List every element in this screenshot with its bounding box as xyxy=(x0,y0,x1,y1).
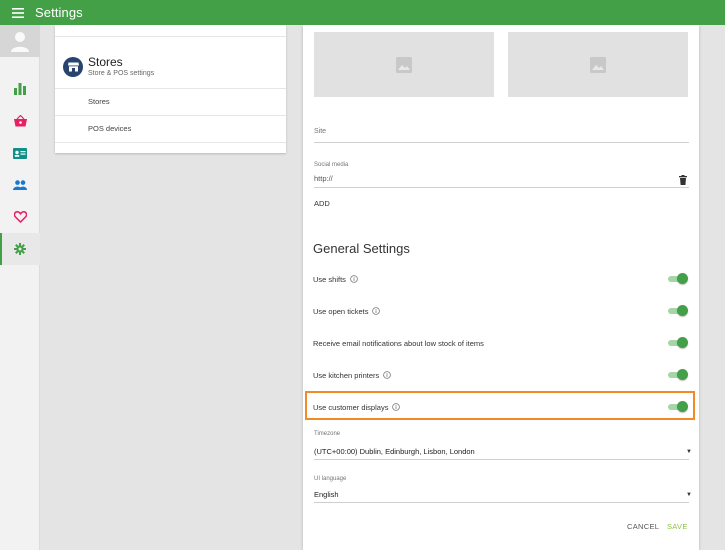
setting-use-open-tickets: Use open tickets xyxy=(313,304,688,318)
section-title: General Settings xyxy=(313,241,410,256)
image-icon xyxy=(590,56,606,73)
heart-icon xyxy=(13,211,27,223)
image-icon xyxy=(396,56,412,73)
save-button[interactable]: SAVE xyxy=(667,522,688,531)
stores-subtitle: Store & POS settings xyxy=(88,70,155,77)
rail-item-sales[interactable] xyxy=(0,105,40,137)
stores-card: Stores Store & POS settings Stores POS d… xyxy=(55,25,286,153)
stores-link[interactable]: Stores xyxy=(88,97,110,106)
image-upload-placeholder[interactable] xyxy=(314,32,494,97)
info-icon[interactable] xyxy=(383,371,392,379)
rail-item-reports[interactable] xyxy=(0,73,40,105)
card-divider xyxy=(55,88,286,89)
site-field[interactable]: Site xyxy=(314,128,326,135)
hamburger-menu-icon[interactable] xyxy=(0,0,35,25)
gear-icon xyxy=(14,243,26,255)
cancel-button[interactable]: CANCEL xyxy=(627,522,659,531)
use-kitchen-printers-toggle[interactable] xyxy=(668,369,688,381)
card-divider xyxy=(55,142,286,143)
store-icon xyxy=(63,57,83,77)
dropdown-arrow-icon[interactable]: ▼ xyxy=(686,492,692,498)
use-open-tickets-toggle[interactable] xyxy=(668,305,688,317)
page-title: Settings xyxy=(35,5,83,20)
setting-use-shifts: Use shifts xyxy=(313,272,688,286)
field-underline xyxy=(314,502,689,503)
info-icon[interactable] xyxy=(392,403,401,411)
stores-title: Stores xyxy=(88,55,123,69)
setting-low-stock-notifications: Receive email notifications about low st… xyxy=(313,336,688,350)
pos-devices-link[interactable]: POS devices xyxy=(88,124,131,133)
card-divider xyxy=(55,115,286,116)
field-underline xyxy=(314,459,689,460)
bar-chart-icon xyxy=(14,83,26,95)
user-avatar-icon xyxy=(11,32,29,52)
dropdown-arrow-icon[interactable]: ▼ xyxy=(686,449,692,455)
setting-label: Receive email notifications about low st… xyxy=(313,338,484,348)
info-icon[interactable] xyxy=(350,275,358,283)
low-stock-notifications-toggle[interactable] xyxy=(668,337,688,349)
contact-card-icon xyxy=(13,147,27,159)
use-customer-displays-toggle[interactable] xyxy=(668,401,688,413)
people-icon xyxy=(13,180,27,190)
field-underline xyxy=(314,187,689,188)
ui-language-label: UI language xyxy=(314,476,347,482)
rail-item-items[interactable] xyxy=(0,137,40,169)
rail-item-employees[interactable] xyxy=(0,169,40,201)
social-media-input[interactable]: http:// xyxy=(314,174,333,183)
rail-item-settings[interactable] xyxy=(0,233,40,265)
settings-panel: Site Social media http:// ADD General Se… xyxy=(303,25,699,550)
image-upload-placeholder[interactable] xyxy=(508,32,688,97)
rail-item-customers[interactable] xyxy=(0,201,40,233)
timezone-select[interactable]: (UTC+00:00) Dublin, Edinburgh, Lisbon, L… xyxy=(314,447,475,456)
use-shifts-toggle[interactable] xyxy=(668,273,688,285)
avatar[interactable] xyxy=(0,25,40,57)
setting-use-kitchen-printers: Use kitchen printers xyxy=(313,368,688,382)
card-divider xyxy=(55,36,286,37)
timezone-label: Timezone xyxy=(314,431,341,437)
field-underline xyxy=(314,142,689,143)
basket-icon xyxy=(13,115,27,127)
app-bar: Settings xyxy=(0,0,725,25)
setting-use-customer-displays: Use customer displays xyxy=(313,400,688,414)
setting-label: Use open tickets xyxy=(313,306,369,316)
setting-label: Use shifts xyxy=(313,274,346,284)
setting-label: Use kitchen printers xyxy=(313,370,380,380)
info-icon[interactable] xyxy=(372,307,381,315)
add-social-button[interactable]: ADD xyxy=(314,199,330,208)
setting-label: Use customer displays xyxy=(313,402,389,412)
nav-rail xyxy=(0,25,40,550)
social-media-label: Social media xyxy=(314,162,349,168)
ui-language-select[interactable]: English xyxy=(314,490,339,499)
